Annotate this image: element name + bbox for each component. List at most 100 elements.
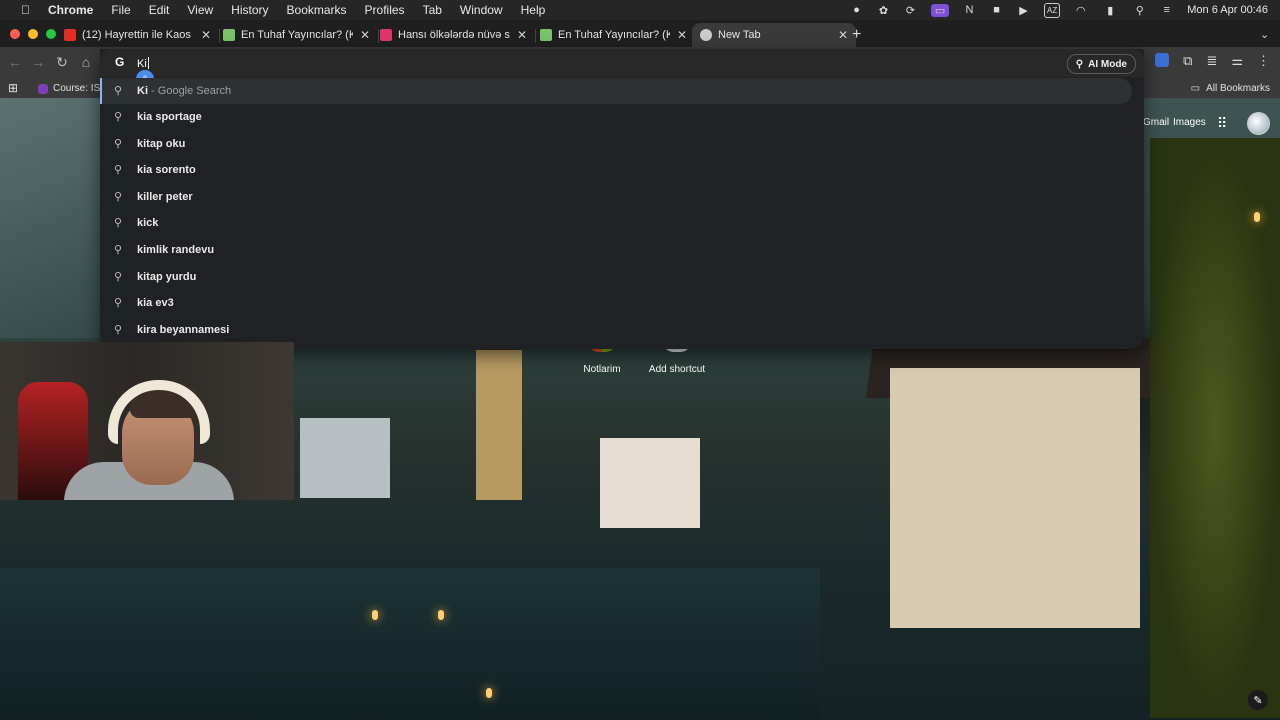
tab-search-button[interactable]: ⌄ [1260,28,1269,41]
address-bar[interactable]: G Ki ⚲ AI Mode [100,49,1144,77]
menu-file[interactable]: File [102,0,139,20]
gmail-link[interactable]: Gmail [1143,117,1169,128]
tab-1[interactable]: (12) Hayrettin ile Kaos Show ✕ [60,23,220,47]
menu-tab[interactable]: Tab [414,0,451,20]
new-tab-icon [700,29,712,41]
menu-app-name[interactable]: Chrome [39,0,102,20]
house [600,438,700,528]
tab-2[interactable]: En Tuhaf Yayıncılar? (Kick Yay ✕ [217,23,379,47]
close-tab-icon[interactable]: ✕ [677,28,687,42]
apple-icon[interactable]:  [12,0,39,20]
youtube-icon [64,29,76,41]
close-tab-icon[interactable]: ✕ [517,28,527,42]
record-icon[interactable]: ● [850,4,863,17]
tab-title: New Tab [718,29,761,41]
ai-mode-button[interactable]: ⚲ AI Mode [1066,54,1136,74]
suggestion-item[interactable]: ⚲ kia sorento [102,157,1132,183]
suggestion-item[interactable]: ⚲ killer peter [102,184,1132,210]
wifi-icon[interactable]: ◠ [1074,4,1087,17]
new-tab-button[interactable]: + [852,26,861,44]
house [300,418,390,498]
suggestion-item[interactable]: ⚲ kia sportage [102,104,1132,130]
extensions-icon[interactable]: ⧉ [1183,53,1192,69]
all-bookmarks[interactable]: ▭ All Bookmarks [1191,83,1270,94]
apps-grid-icon[interactable]: ⊞ [8,81,18,95]
suggestion-item[interactable]: ⚲ kia ev3 [102,290,1132,316]
kick-icon [540,29,552,41]
menu-view[interactable]: View [178,0,222,20]
shortcut-label: Add shortcut [648,364,706,375]
light [1254,212,1260,222]
search-icon: ⚲ [114,164,123,176]
house [890,368,1140,628]
search-icon: ⚲ [114,297,123,309]
play-icon[interactable]: ▶ [1017,4,1030,17]
google-apps-icon[interactable]: ⠿ [1217,115,1227,132]
shortcut-label: Notlarim [583,364,621,375]
control-center-icon[interactable]: ≡ [1160,4,1173,17]
tab-4[interactable]: En Tuhaf Yayıncılar? (Kick Yay ✕ [534,23,695,47]
battery-icon[interactable]: ▮ [1101,4,1119,17]
suggestion-item[interactable]: ⚲ kick [102,210,1132,236]
creative-cloud-icon[interactable]: ✿ [877,4,890,17]
close-tab-icon[interactable]: ✕ [838,28,848,42]
menu-help[interactable]: Help [512,0,555,20]
suggestion-item[interactable]: ⚲ kimlik randevu [102,237,1132,263]
translate-extension-icon[interactable] [1155,53,1170,67]
minimize-window-button[interactable] [28,29,38,39]
back-button[interactable]: ← [6,54,24,70]
more-menu-icon[interactable]: ⋮ [1257,53,1270,69]
sync-icon[interactable]: ⟳ [904,4,917,17]
menu-edit[interactable]: Edit [140,0,179,20]
close-window-button[interactable] [10,29,20,39]
tab-title: Hansı ölkələrdə nüvə silahı va [398,29,510,41]
search-icon: ⚲ [114,191,123,203]
all-bookmarks-label: All Bookmarks [1206,83,1270,94]
close-tab-icon[interactable]: ✕ [201,28,211,42]
close-tab-icon[interactable]: ✕ [360,28,370,42]
menu-history[interactable]: History [222,0,277,20]
avatar[interactable] [1247,112,1270,135]
notion-icon[interactable]: N [963,4,976,17]
suggestion-text: kira beyannamesi [137,324,230,336]
suggestion-item[interactable]: ⚲ kitap yurdu [102,264,1132,290]
search-icon[interactable]: ⚲ [1133,4,1146,17]
tab-3[interactable]: Hansı ölkələrdə nüvə silahı va ✕ [374,23,536,47]
zoom-window-button[interactable] [46,29,56,39]
input-source-icon[interactable]: AZ [1044,2,1061,18]
google-icon: G [115,55,125,69]
suggestion-item[interactable]: ⚲ kira beyannamesi [102,317,1132,343]
kick-icon [223,29,235,41]
suggestion-google-search[interactable]: ⚲ Ki - Google Search [100,78,1132,104]
tree [1150,138,1280,718]
forward-button[interactable]: → [29,54,47,70]
search-icon: ⚲ [114,271,123,283]
reading-list-icon[interactable]: ≣ [1206,53,1217,69]
news-site-icon [380,29,392,41]
reload-button[interactable]: ↻ [53,54,71,71]
suggestion-text: kia sorento [137,164,196,176]
search-icon: ⚲ [114,244,123,256]
search-icon: ⚲ [114,217,123,229]
search-icon: ⚲ [114,85,123,97]
tab-strip: (12) Hayrettin ile Kaos Show ✕ En Tuhaf … [0,20,1280,47]
suggestion-text: kick [137,217,159,229]
images-link[interactable]: Images [1173,117,1206,128]
menu-bookmarks[interactable]: Bookmarks [278,0,356,20]
home-button[interactable]: ⌂ [77,54,95,70]
church-tower [476,350,522,500]
screen-share-icon[interactable]: ▭ [931,3,950,17]
customize-pencil-icon[interactable]: ✎ [1248,690,1268,710]
ai-search-icon: ⚲ [1075,58,1084,70]
camera-icon[interactable]: ■ [990,4,1003,17]
toolbar-actions: ⧉ ≣ ⚌ ⋮ [1155,53,1270,69]
suggestion-query: Ki [137,85,148,97]
tab-groups-icon[interactable]: ⚌ [1231,53,1243,69]
tab-new-tab[interactable]: New Tab ✕ [692,23,856,47]
menu-window[interactable]: Window [451,0,512,20]
address-input[interactable]: Ki [137,57,149,70]
search-icon: ⚲ [114,138,123,150]
suggestion-item[interactable]: ⚲ kitap oku [102,131,1132,157]
menu-profiles[interactable]: Profiles [356,0,414,20]
datetime[interactable]: Mon 6 Apr 00:46 [1187,4,1268,16]
